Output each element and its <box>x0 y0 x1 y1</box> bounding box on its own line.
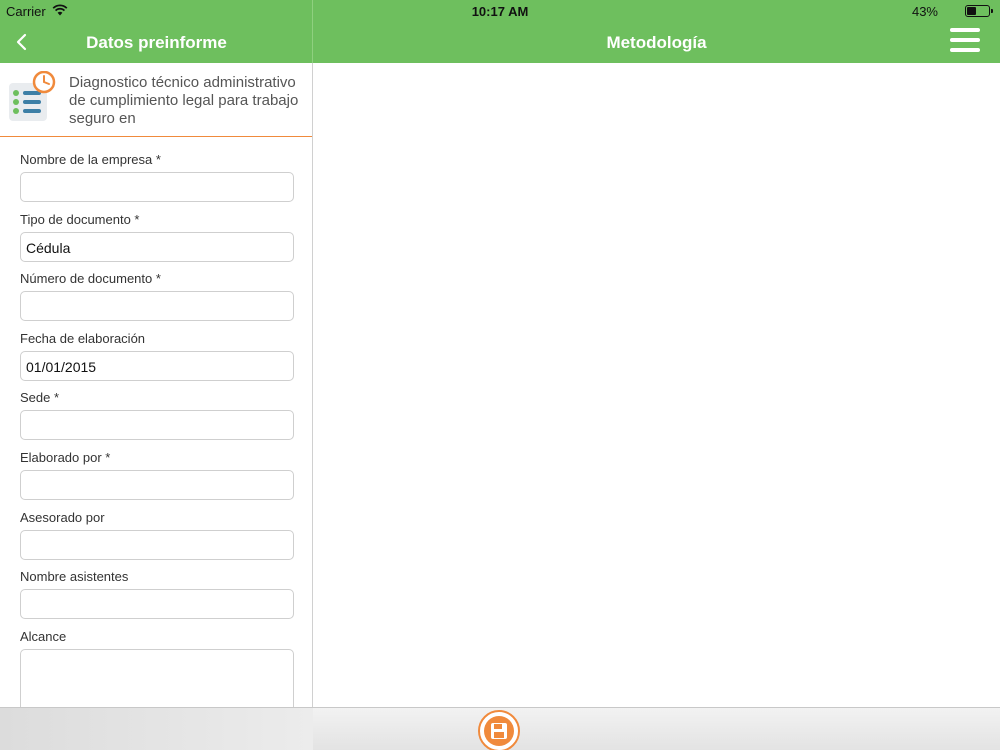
field-numero-documento: Número de documento * <box>20 272 294 332</box>
field-sede: Sede * <box>20 391 294 451</box>
field-tipo-documento: Tipo de documento * Cédula <box>20 211 294 273</box>
floppy-disk-icon <box>491 723 507 739</box>
field-label: Tipo de documento * <box>20 211 140 227</box>
field-nombre-empresa: Nombre de la empresa * <box>20 153 294 213</box>
hamburger-menu-icon[interactable] <box>950 28 980 52</box>
status-bar: Carrier 10:17 AM 43% <box>0 0 1000 21</box>
field-label: Elaborado por * <box>20 449 111 465</box>
field-label: Sede * <box>20 390 60 406</box>
field-elaborado-por: Elaborado por * <box>20 449 294 511</box>
fecha-elaboracion-input[interactable]: 01/01/2015 <box>20 350 294 381</box>
tipo-documento-select[interactable]: Cédula <box>20 231 294 262</box>
nombre-asistentes-input[interactable] <box>20 589 294 620</box>
toolbar-left-section <box>0 708 313 750</box>
metodologia-content <box>313 63 1000 707</box>
field-nombre-asistentes: Nombre asistentes <box>20 570 294 630</box>
checklist-clock-icon <box>9 71 56 121</box>
alcance-textarea[interactable] <box>20 648 294 707</box>
field-fecha-elaboracion: Fecha de elaboración 01/01/2015 <box>20 330 294 392</box>
app-header: Carrier 10:17 AM 43% Datos preinforme Me… <box>0 0 1000 63</box>
field-label: Nombre asistentes <box>20 569 129 585</box>
preinforme-form: Nombre de la empresa * Tipo de documento… <box>20 153 294 707</box>
asesorado-por-input[interactable] <box>20 529 294 560</box>
elaborado-por-input[interactable] <box>20 469 294 500</box>
document-title: Diagnostico técnico administrativo de cu… <box>69 74 299 127</box>
battery-icon <box>965 5 993 17</box>
right-nav-title: Metodología <box>606 33 707 52</box>
sede-input[interactable] <box>20 410 294 441</box>
field-label: Alcance <box>20 628 67 644</box>
bottom-toolbar <box>0 707 1000 750</box>
field-label: Número de documento * <box>20 271 161 287</box>
numero-documento-input[interactable] <box>20 291 294 322</box>
save-button[interactable] <box>478 710 520 750</box>
field-label: Fecha de elaboración <box>20 330 146 346</box>
field-alcance: Alcance <box>20 628 294 707</box>
field-asesorado-por: Asesorado por <box>20 509 294 571</box>
nombre-empresa-input[interactable] <box>20 172 294 202</box>
status-time: 10:17 AM <box>471 4 529 19</box>
document-header[interactable]: Diagnostico técnico administrativo de cu… <box>0 63 312 137</box>
field-label: Nombre de la empresa * <box>20 152 161 167</box>
battery-percent: 43% <box>911 4 938 19</box>
field-label: Asesorado por <box>20 509 105 525</box>
left-panel: Diagnostico técnico administrativo de cu… <box>0 63 313 707</box>
right-navbar: Metodología <box>313 21 1000 63</box>
left-navbar: Datos preinforme <box>0 21 313 63</box>
save-button-fill <box>484 716 514 746</box>
left-nav-title: Datos preinforme <box>86 33 227 52</box>
